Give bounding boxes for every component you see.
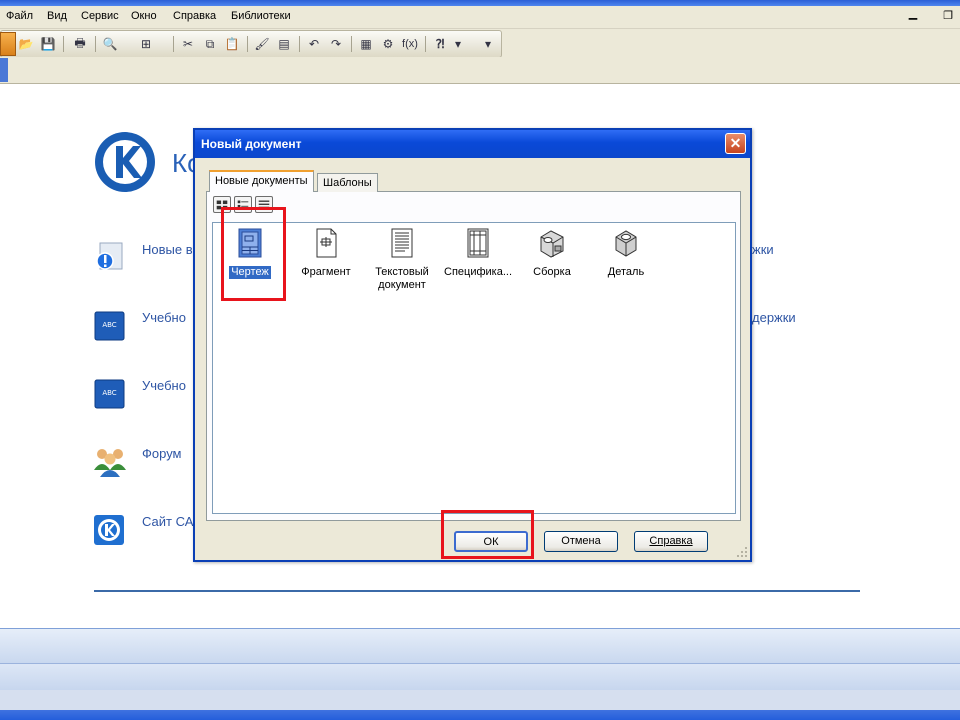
variables-icon[interactable]: ⚙ bbox=[379, 35, 397, 53]
document-type-assembly[interactable]: Сборка bbox=[515, 227, 589, 279]
document-type-fragment[interactable]: Фрагмент bbox=[289, 227, 363, 279]
redo-icon[interactable]: ↷ bbox=[327, 35, 345, 53]
resize-grip-icon[interactable] bbox=[736, 546, 748, 558]
document-type-label: Деталь bbox=[607, 266, 645, 278]
fragment-icon bbox=[316, 228, 337, 258]
support-link[interactable]: держки bbox=[752, 310, 796, 325]
menu-service[interactable]: Сервис bbox=[81, 10, 119, 22]
toolbar-separator bbox=[247, 36, 248, 52]
info-book-icon bbox=[96, 242, 123, 270]
document-type-label: Специфика... bbox=[444, 266, 512, 278]
kompas-logo-icon bbox=[94, 515, 124, 545]
kompas-logo-icon bbox=[95, 132, 155, 192]
tutorial-link[interactable]: Учебно bbox=[142, 378, 186, 393]
toolbar-separator bbox=[351, 36, 352, 52]
standard-toolbar: 📂 💾 🖶 🔍 ⊞ ✂ ⧉ 📋 🖌 ▤ ↶ ↷ ▦ ⚙ f(x) ⁈ ▾ ▾ bbox=[0, 30, 502, 58]
preview-icon[interactable]: 🔍 bbox=[101, 35, 119, 53]
status-panel bbox=[0, 663, 960, 690]
part-icon bbox=[615, 230, 637, 257]
cut-icon[interactable]: ✂ bbox=[179, 35, 197, 53]
menu-libraries[interactable]: Библиотеки bbox=[231, 10, 291, 22]
tree-icon[interactable]: ▦ bbox=[357, 35, 375, 53]
users-group-icon bbox=[94, 449, 126, 477]
compact-panel bbox=[0, 57, 960, 84]
toolbar-separator bbox=[63, 36, 64, 52]
menu-view[interactable]: Вид bbox=[47, 10, 67, 22]
properties-icon[interactable]: ▤ bbox=[275, 35, 293, 53]
text-document-icon bbox=[391, 228, 413, 258]
abc-book-icon: ABC bbox=[94, 379, 125, 409]
menu-help[interactable]: Справка bbox=[173, 10, 216, 22]
whats-new-link[interactable]: Новые в bbox=[142, 242, 193, 257]
brush-icon[interactable]: 🖌 bbox=[253, 35, 271, 53]
dialog-title: Новый документ bbox=[201, 137, 302, 151]
save-icon[interactable]: 💾 bbox=[39, 35, 57, 53]
tutorial-link[interactable]: Учебно bbox=[142, 310, 186, 325]
print-icon[interactable]: 🖶 bbox=[71, 35, 89, 53]
tab-new-documents[interactable]: Новые документы bbox=[209, 170, 314, 192]
manager-icon[interactable]: ⊞ bbox=[137, 35, 155, 53]
copy-icon[interactable]: ⧉ bbox=[201, 35, 219, 53]
status-bar bbox=[0, 690, 960, 710]
specification-icon bbox=[467, 228, 489, 258]
document-type-label: Фрагмент bbox=[301, 266, 351, 278]
website-link[interactable]: Сайт СА bbox=[142, 514, 193, 529]
close-icon[interactable]: ✕ bbox=[725, 133, 746, 154]
minimize-icon[interactable]: ▁ bbox=[906, 8, 920, 22]
taskbar bbox=[0, 710, 960, 720]
menu-window[interactable]: Окно bbox=[131, 10, 157, 22]
svg-text:ABC: ABC bbox=[102, 321, 116, 329]
undo-icon[interactable]: ↶ bbox=[305, 35, 323, 53]
new-document-dialog: Новый документ ✕ Новые документы Шаблоны… bbox=[193, 128, 752, 562]
svg-text:ABC: ABC bbox=[102, 389, 116, 397]
highlight-drawing bbox=[221, 207, 286, 301]
forum-link[interactable]: Форум bbox=[142, 446, 182, 461]
document-type-list: Чертеж Фрагмент Текстовый документ Специ… bbox=[212, 222, 736, 514]
menu-file[interactable]: Файл bbox=[6, 10, 33, 22]
document-type-text[interactable]: Текстовый документ bbox=[365, 227, 439, 292]
paste-icon[interactable]: 📋 bbox=[223, 35, 241, 53]
document-type-specification[interactable]: Специфика... bbox=[441, 227, 515, 279]
toolbar-grip-icon[interactable] bbox=[0, 32, 16, 56]
help-button[interactable]: Справка bbox=[634, 531, 708, 552]
abc-book-icon: ABC bbox=[94, 311, 125, 341]
toolbar-separator bbox=[95, 36, 96, 52]
highlight-ok-button bbox=[441, 510, 534, 559]
toolbar-options-icon[interactable]: ▾ bbox=[483, 35, 493, 53]
menu-bar: Файл Вид Сервис Окно Справка Библиотеки … bbox=[0, 6, 960, 29]
toolbar-options-icon[interactable]: ▾ bbox=[453, 35, 463, 53]
restore-icon[interactable]: ❐ bbox=[941, 10, 955, 24]
dialog-title-bar[interactable]: Новый документ ✕ bbox=[195, 130, 750, 158]
open-icon[interactable]: 📂 bbox=[17, 35, 35, 53]
support-link[interactable]: жки bbox=[752, 242, 774, 257]
document-type-label: Текстовый документ bbox=[375, 266, 429, 291]
toolbar-separator bbox=[425, 36, 426, 52]
function-icon[interactable]: f(x) bbox=[401, 35, 419, 53]
document-type-label: Сборка bbox=[533, 266, 571, 278]
toolbar-separator bbox=[173, 36, 174, 52]
panel-grip[interactable] bbox=[0, 58, 8, 82]
toolbar-separator bbox=[299, 36, 300, 52]
cancel-button[interactable]: Отмена bbox=[544, 531, 618, 552]
context-help-icon[interactable]: ⁈ bbox=[431, 35, 449, 53]
assembly-icon bbox=[540, 230, 564, 258]
tab-templates[interactable]: Шаблоны bbox=[317, 173, 378, 192]
properties-panel bbox=[0, 628, 960, 663]
document-type-part[interactable]: Деталь bbox=[589, 227, 663, 279]
divider bbox=[94, 590, 860, 592]
